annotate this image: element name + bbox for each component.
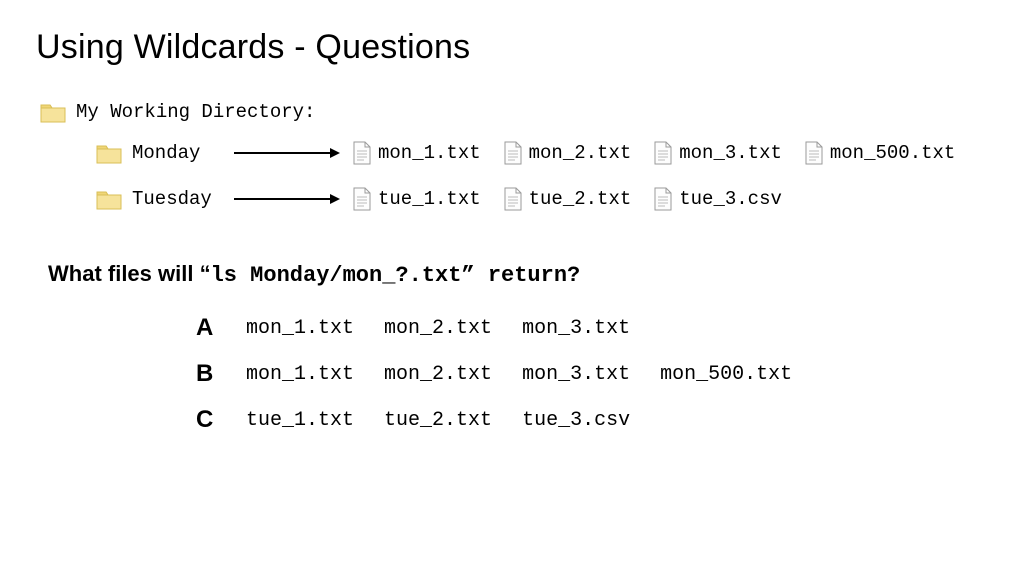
file-icon: [503, 187, 523, 211]
answer-b: B mon_1.txt mon_2.txt mon_3.txt mon_500.…: [196, 360, 988, 388]
directory-header: My Working Directory:: [40, 101, 988, 123]
file-icon: [352, 141, 372, 165]
arrow-icon: [232, 192, 342, 206]
answer-file: mon_1.txt: [246, 363, 354, 386]
file-item: mon_3.txt: [653, 141, 782, 165]
folder-files: mon_1.txt mon_2.txt mon_3.txt: [352, 141, 955, 165]
answer-label: A: [196, 314, 220, 342]
folder-name: Tuesday: [132, 188, 222, 210]
answer-label: C: [196, 406, 220, 434]
answer-files: mon_1.txt mon_2.txt mon_3.txt mon_500.tx…: [246, 363, 792, 386]
slide: Using Wildcards - Questions My Working D…: [0, 0, 1024, 576]
file-icon: [503, 141, 523, 165]
question-block: What files will “ls Monday/mon_?.txt” re…: [48, 261, 988, 434]
file-name: mon_500.txt: [830, 142, 955, 164]
file-name: mon_1.txt: [378, 142, 481, 164]
folder-files: tue_1.txt tue_2.txt tue_3.csv: [352, 187, 782, 211]
question-prefix: What files will “: [48, 261, 211, 286]
file-icon: [352, 187, 372, 211]
answer-files: tue_1.txt tue_2.txt tue_3.csv: [246, 409, 630, 432]
file-name: tue_3.csv: [679, 188, 782, 210]
answer-file: mon_500.txt: [660, 363, 792, 386]
directory-block: My Working Directory: Monday: [40, 101, 988, 215]
answer-file: tue_1.txt: [246, 409, 354, 432]
file-item: mon_500.txt: [804, 141, 955, 165]
answers: A mon_1.txt mon_2.txt mon_3.txt B mon_1.…: [196, 314, 988, 434]
answer-label: B: [196, 360, 220, 388]
file-icon: [653, 141, 673, 165]
answer-files: mon_1.txt mon_2.txt mon_3.txt: [246, 317, 630, 340]
file-name: mon_2.txt: [529, 142, 632, 164]
question-suffix: ” return?: [461, 263, 580, 288]
slide-title: Using Wildcards - Questions: [36, 28, 988, 67]
folder-icon: [96, 188, 122, 210]
file-item: tue_3.csv: [653, 187, 782, 211]
folder-name: Monday: [132, 142, 222, 164]
file-icon: [804, 141, 824, 165]
folder-icon: [96, 142, 122, 164]
file-item: mon_1.txt: [352, 141, 481, 165]
folder-icon: [40, 101, 66, 123]
file-item: tue_2.txt: [503, 187, 632, 211]
question-text: What files will “ls Monday/mon_?.txt” re…: [48, 261, 988, 288]
answer-file: mon_3.txt: [522, 363, 630, 386]
directory-label: My Working Directory:: [76, 101, 315, 123]
file-icon: [653, 187, 673, 211]
answer-c: C tue_1.txt tue_2.txt tue_3.csv: [196, 406, 988, 434]
file-item: mon_2.txt: [503, 141, 632, 165]
answer-file: mon_1.txt: [246, 317, 354, 340]
file-name: tue_2.txt: [529, 188, 632, 210]
file-name: tue_1.txt: [378, 188, 481, 210]
answer-file: mon_2.txt: [384, 317, 492, 340]
file-item: tue_1.txt: [352, 187, 481, 211]
answer-file: tue_3.csv: [522, 409, 630, 432]
question-command: ls Monday/mon_?.txt: [211, 263, 462, 288]
answer-a: A mon_1.txt mon_2.txt mon_3.txt: [196, 314, 988, 342]
answer-file: mon_3.txt: [522, 317, 630, 340]
answer-file: mon_2.txt: [384, 363, 492, 386]
file-name: mon_3.txt: [679, 142, 782, 164]
folder-row-monday: Monday mon_1.txt: [96, 137, 988, 169]
subfolders: Monday mon_1.txt: [96, 137, 988, 215]
answer-file: tue_2.txt: [384, 409, 492, 432]
folder-row-tuesday: Tuesday tue_1.txt: [96, 183, 988, 215]
arrow-icon: [232, 146, 342, 160]
